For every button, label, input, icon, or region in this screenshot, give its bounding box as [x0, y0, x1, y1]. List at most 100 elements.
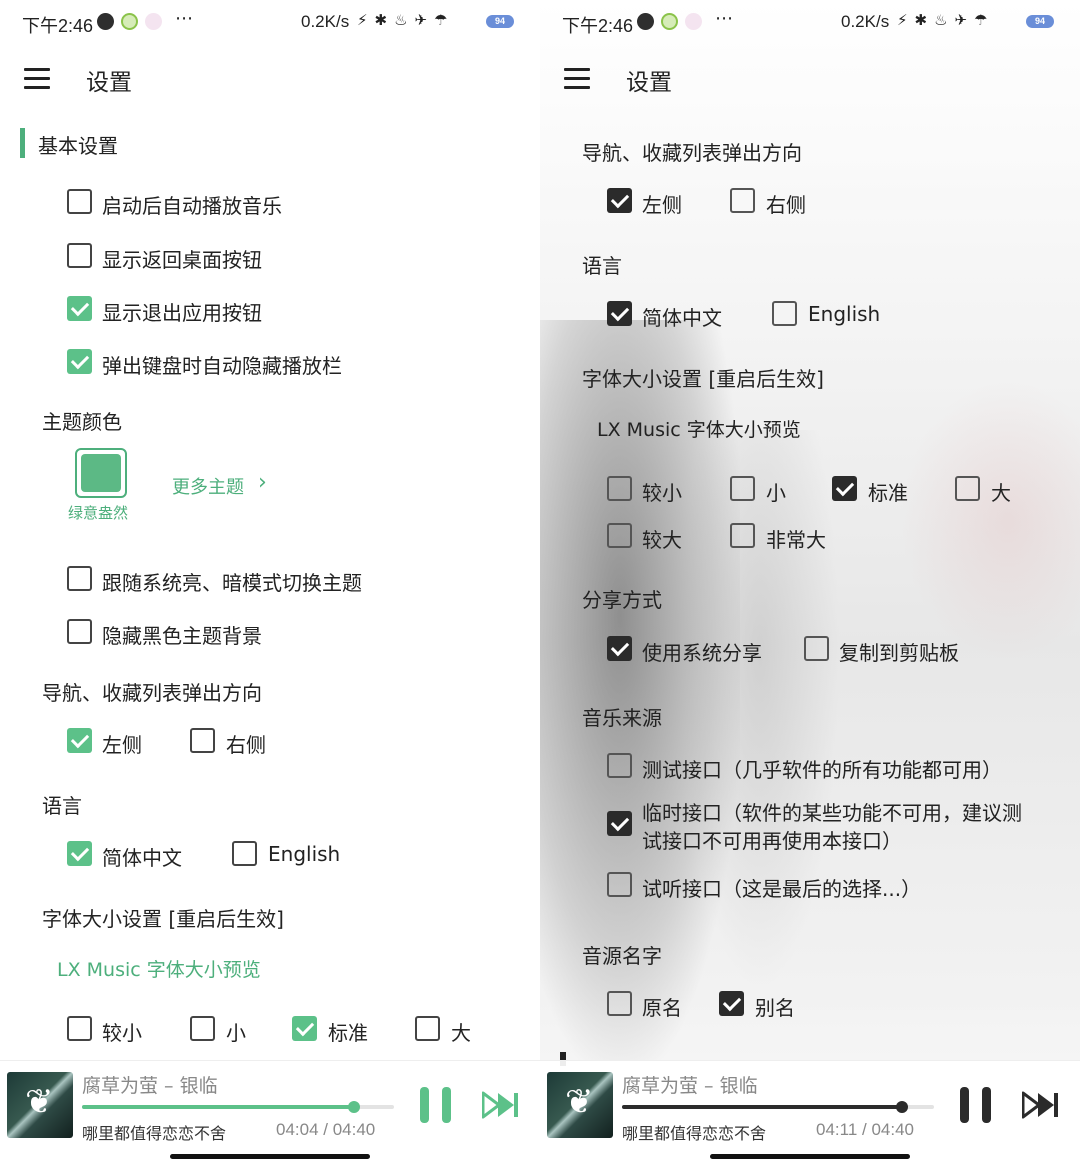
progress-fill [622, 1105, 902, 1109]
battery-icon: 94 [1026, 15, 1054, 28]
pause-button[interactable] [418, 1087, 454, 1123]
radio-font-small[interactable] [730, 476, 755, 501]
hamburger-menu-icon[interactable] [564, 68, 590, 90]
theme-heading: 主题颜色 [42, 410, 122, 434]
radio-font-smaller[interactable] [607, 476, 632, 501]
more-themes-link[interactable]: 更多主题 [172, 473, 244, 499]
share-system-label: 使用系统分享 [642, 641, 762, 665]
font-size-label: 标准 [868, 481, 908, 505]
hamburger-menu-icon[interactable] [24, 68, 50, 90]
source-test-label: 测试接口（几乎软件的所有功能都可用） [642, 758, 1002, 782]
radio-name-original[interactable] [607, 991, 632, 1016]
pause-button[interactable] [958, 1087, 994, 1123]
status-icons: ⚡✱♨✈☂ [897, 11, 995, 29]
background-blossom [900, 380, 1080, 660]
app-notification-icon [121, 13, 138, 30]
next-track-icon[interactable] [482, 1091, 520, 1119]
radio-nav-right[interactable] [190, 728, 215, 753]
lyric-line: 哪里都值得恋恋不舍 [82, 1124, 227, 1143]
progress-bar[interactable] [622, 1101, 934, 1113]
lang-en-label: English [268, 842, 341, 866]
font-size-label: 较小 [102, 1021, 142, 1045]
status-time: 下午2:46 [22, 16, 94, 36]
settings-panel-light: 下午2:46 ⋯ 0.2K/s ⚡✱♨✈☂ 94 设置 基本设置 启动后自动播放… [0, 0, 540, 1170]
radio-share-clipboard[interactable] [804, 636, 829, 661]
notification-icon [637, 13, 654, 30]
status-icons: ⚡✱♨✈☂ [357, 11, 455, 29]
font-size-preview: LX Music 字体大小预览 [57, 959, 261, 981]
progress-bar[interactable] [82, 1101, 394, 1113]
language-heading: 语言 [42, 794, 82, 818]
font-size-label: 大 [991, 481, 1011, 505]
radio-font-smaller[interactable] [67, 1016, 92, 1041]
background-figure-highlight [680, 430, 840, 990]
lang-zh-label: 简体中文 [642, 306, 722, 330]
nav-direction-heading: 导航、收藏列表弹出方向 [42, 681, 262, 705]
option-label: 跟随系统亮、暗模式切换主题 [102, 571, 362, 595]
track-title: 腐草为萤 – 银临 [82, 1075, 218, 1097]
album-cover[interactable]: ❦ [547, 1072, 613, 1138]
radio-source-temp[interactable] [607, 811, 632, 836]
status-time: 下午2:46 [562, 16, 634, 36]
home-indicator [170, 1154, 370, 1159]
playback-time: 04:04 / 04:40 [276, 1120, 376, 1139]
radio-nav-right[interactable] [730, 188, 755, 213]
photo-notification-icon [145, 13, 162, 30]
notification-icon [97, 13, 114, 30]
font-size-label: 小 [226, 1021, 246, 1045]
checkbox[interactable] [67, 243, 92, 268]
theme-swatch-selected[interactable] [75, 448, 127, 498]
radio-font-small[interactable] [190, 1016, 215, 1041]
option-label: 显示退出应用按钮 [102, 301, 262, 325]
language-heading: 语言 [582, 254, 622, 278]
radio-source-test[interactable] [607, 753, 632, 778]
radio-font-standard[interactable] [832, 476, 857, 501]
share-clipboard-label: 复制到剪贴板 [839, 641, 959, 665]
checkbox-checked[interactable] [67, 349, 92, 374]
chevron-right-icon[interactable]: › [258, 470, 267, 495]
radio-font-standard[interactable] [292, 1016, 317, 1041]
checkbox[interactable] [67, 189, 92, 214]
radio-share-system[interactable] [607, 636, 632, 661]
radio-nav-left[interactable] [607, 188, 632, 213]
radio-lang-zh[interactable] [67, 841, 92, 866]
name-alias-label: 别名 [755, 996, 795, 1020]
checkbox-checked[interactable] [67, 296, 92, 321]
app-header: 设置 [0, 50, 540, 108]
font-size-preview: LX Music 字体大小预览 [597, 419, 801, 441]
section-basic-settings: 基本设置 [38, 134, 118, 158]
photo-notification-icon [685, 13, 702, 30]
radio-font-large[interactable] [955, 476, 980, 501]
font-size-label: 较大 [642, 528, 682, 552]
status-bar: 下午2:46 ⋯ 0.2K/s ⚡✱♨✈☂ 94 [0, 0, 540, 46]
source-trial-label: 试听接口（这是最后的选择...） [642, 877, 922, 901]
font-size-heading: 字体大小设置 [重启后生效] [582, 367, 824, 391]
checkbox[interactable] [67, 566, 92, 591]
radio-nav-left[interactable] [67, 728, 92, 753]
radio-font-very-large[interactable] [730, 523, 755, 548]
app-notification-icon [661, 13, 678, 30]
radio-lang-en[interactable] [772, 301, 797, 326]
radio-lang-en[interactable] [232, 841, 257, 866]
next-track-icon[interactable] [1022, 1091, 1060, 1119]
theme-name: 绿意盎然 [68, 504, 129, 522]
status-bar: 下午2:46 ⋯ 0.2K/s ⚡✱♨✈☂ 94 [540, 0, 1080, 46]
font-size-label: 小 [766, 481, 786, 505]
net-speed: 0.2K/s [841, 12, 890, 31]
option-label: 弹出键盘时自动隐藏播放栏 [102, 354, 342, 378]
album-cover[interactable]: ❦ [7, 1072, 73, 1138]
radio-lang-zh[interactable] [607, 301, 632, 326]
font-size-label: 较小 [642, 481, 682, 505]
checkbox[interactable] [67, 619, 92, 644]
progress-knob[interactable] [895, 1101, 908, 1113]
settings-panel-themed: 下午2:46 ⋯ 0.2K/s ⚡✱♨✈☂ 94 设置 导航、收藏列表弹出方向 … [540, 0, 1080, 1170]
progress-fill [82, 1105, 354, 1109]
radio-source-trial[interactable] [607, 872, 632, 897]
font-size-label: 标准 [328, 1021, 368, 1045]
radio-font-large[interactable] [415, 1016, 440, 1041]
progress-knob[interactable] [347, 1101, 360, 1113]
radio-name-alias[interactable] [719, 991, 744, 1016]
track-title: 腐草为萤 – 银临 [622, 1075, 758, 1097]
option-label: 显示返回桌面按钮 [102, 248, 262, 272]
radio-font-larger[interactable] [607, 523, 632, 548]
